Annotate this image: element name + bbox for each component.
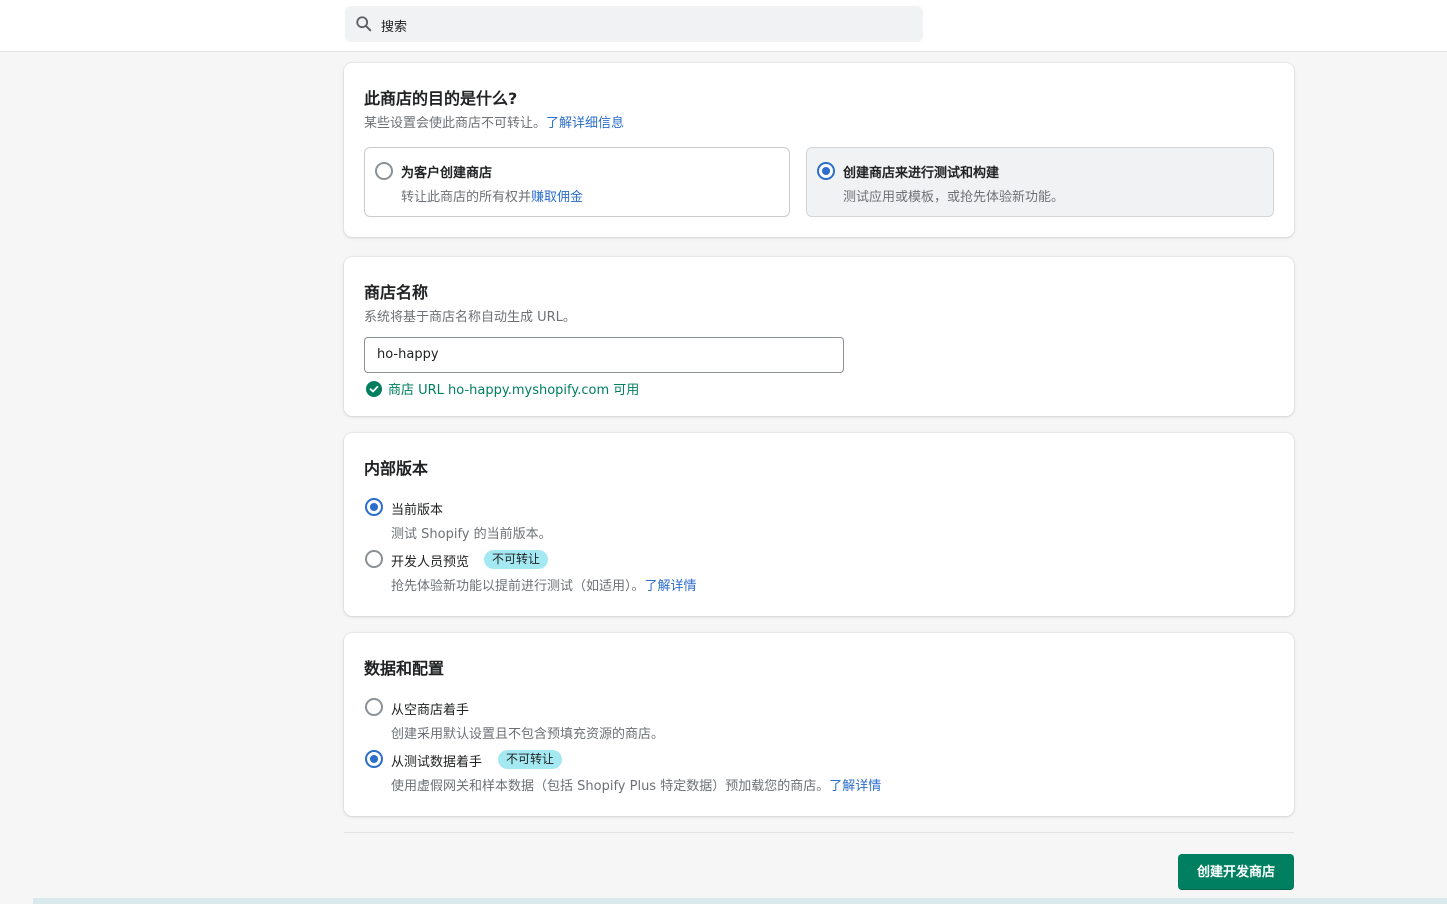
radio-for-testing[interactable] (817, 162, 835, 180)
create-dev-store-button[interactable]: 创建开发商店 (1178, 854, 1294, 890)
developer-preview-learn-more-link[interactable]: 了解详情 (645, 579, 697, 594)
radio-test-data[interactable] (365, 750, 383, 768)
current-build-desc: 测试 Shopify 的当前版本。 (391, 527, 552, 542)
test-data-desc: 使用虚假网关和样本数据（包括 Shopify Plus 特定数据）预加载您的商店… (391, 779, 882, 794)
option-for-client[interactable]: 为客户创建商店 转让此商店的所有权并赚取佣金 (364, 147, 790, 217)
radio-empty-store[interactable] (365, 698, 383, 716)
option-for-testing-desc: 测试应用或模板，或抢先体验新功能。 (843, 190, 1065, 205)
option-for-client-title: 为客户创建商店 (401, 166, 493, 181)
test-data-label[interactable]: 从测试数据着手 (391, 751, 482, 770)
radio-for-client[interactable] (375, 162, 393, 180)
store-url-available: 商店 URL ho-happy.myshopify.com 可用 (366, 379, 639, 398)
option-for-testing-title: 创建商店来进行测试和构建 (843, 166, 1000, 181)
learn-more-link[interactable]: 了解详细信息 (546, 116, 624, 131)
check-circle-icon (366, 380, 382, 397)
non-transferable-badge: 不可转让 (484, 550, 549, 569)
option-for-client-desc: 转让此商店的所有权并赚取佣金 (401, 190, 584, 205)
radio-current-build[interactable] (365, 498, 383, 516)
option-for-testing[interactable]: 创建商店来进行测试和构建 测试应用或模板，或抢先体验新功能。 (806, 147, 1274, 217)
search-icon (356, 16, 372, 32)
current-build-label[interactable]: 当前版本 (391, 499, 443, 518)
purpose-card: 此商店的目的是什么? 某些设置会使此商店不可转让。了解详细信息 为客户创建商店 … (344, 63, 1294, 237)
developer-preview-label[interactable]: 开发人员预览 (391, 551, 469, 570)
earn-commission-link[interactable]: 赚取佣金 (531, 190, 583, 205)
build-title: 内部版本 (364, 459, 429, 478)
bottom-strip (33, 898, 1447, 904)
purpose-title: 此商店的目的是什么? (364, 89, 518, 108)
store-name-title: 商店名称 (364, 283, 429, 302)
search-bar[interactable]: 搜索 (345, 6, 923, 42)
data-config-card: 数据和配置 从空商店着手 创建采用默认设置且不包含预填充资源的商店。 从测试数据… (344, 633, 1294, 816)
data-config-title: 数据和配置 (364, 659, 445, 678)
radio-developer-preview[interactable] (365, 550, 383, 568)
store-url-available-text: 商店 URL ho-happy.myshopify.com 可用 (388, 383, 640, 398)
top-bar: 搜索 (0, 0, 1447, 52)
empty-store-label[interactable]: 从空商店着手 (391, 699, 469, 718)
developer-preview-desc: 抢先体验新功能以提前进行测试（如适用）。了解详情 (391, 579, 697, 594)
store-name-subtitle: 系统将基于商店名称自动生成 URL。 (364, 310, 576, 325)
empty-store-desc: 创建采用默认设置且不包含预填充资源的商店。 (391, 727, 665, 742)
non-transferable-badge-2: 不可转让 (498, 750, 563, 769)
purpose-subtitle: 某些设置会使此商店不可转让。了解详细信息 (364, 116, 625, 131)
store-name-input[interactable]: ho-happy (364, 337, 844, 373)
search-placeholder: 搜索 (381, 20, 408, 35)
footer-divider (344, 832, 1294, 833)
test-data-learn-more-link[interactable]: 了解详情 (829, 779, 881, 794)
store-name-card: 商店名称 系统将基于商店名称自动生成 URL。 ho-happy 商店 URL … (344, 257, 1294, 416)
build-card: 内部版本 当前版本 测试 Shopify 的当前版本。 开发人员预览 不可转让 … (344, 433, 1294, 616)
